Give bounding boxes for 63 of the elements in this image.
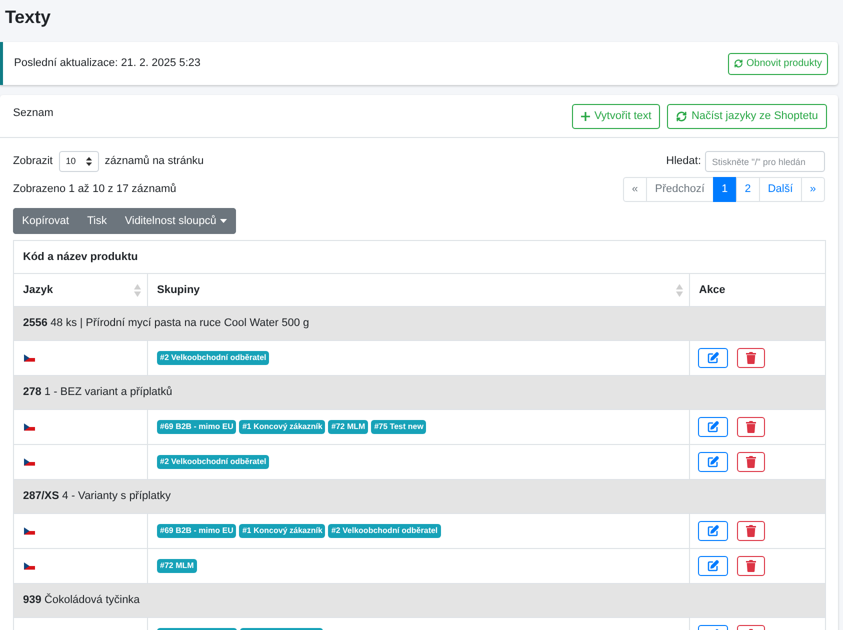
- group-badge: #2 Velkoobchodní odběratel: [157, 455, 270, 469]
- edit-icon: [707, 560, 719, 572]
- page-length-select[interactable]: 10: [58, 151, 99, 172]
- caret-icon: [220, 219, 228, 223]
- load-languages-button[interactable]: Načíst jazyky ze Shoptetu: [667, 104, 827, 129]
- trash-icon: [746, 421, 756, 433]
- group-badge: #75 Test new: [371, 420, 426, 434]
- search-field[interactable]: Stiskněte "/" pro hledán: [705, 151, 825, 172]
- edit-button[interactable]: [698, 417, 728, 437]
- card-title: Seznam: [13, 106, 54, 121]
- updown-caret-icon: [86, 157, 92, 166]
- group-badge: #1 Koncový zákazník: [239, 524, 326, 538]
- column-group-header: Kód a název produktu: [23, 250, 138, 263]
- group-badge: #72 MLM: [157, 559, 197, 573]
- product-title: 2556 48 ks | Přírodní mycí pasta na ruce Cool Water 500 g: [23, 317, 310, 330]
- create-text-button[interactable]: Vytvořit text: [572, 104, 660, 129]
- product-title: 278 1 - BEZ variant a příplatků: [23, 386, 172, 398]
- refresh-products-button[interactable]: Obnovit produkty: [728, 52, 828, 74]
- pagination-button[interactable]: Další: [758, 177, 802, 202]
- last-update-text: Poslední aktualizace: 21. 2. 2025 5:23: [14, 56, 201, 72]
- delete-button[interactable]: [737, 417, 765, 437]
- product-title: 939 Čokoládová tyčinka: [23, 594, 140, 606]
- plus-icon: [581, 112, 590, 121]
- czech-flag-icon: [24, 562, 35, 570]
- refresh-icon: [676, 111, 688, 122]
- search-label: Hledat:: [666, 154, 701, 170]
- trash-icon: [746, 525, 756, 537]
- refresh-icon: [734, 59, 744, 68]
- delete-button[interactable]: [737, 348, 765, 368]
- edit-button[interactable]: [698, 521, 728, 541]
- edit-button[interactable]: [698, 452, 728, 472]
- group-badge: #69 B2B - mimo EU: [157, 524, 236, 538]
- per-page-label: záznamů na stránku: [104, 154, 204, 170]
- czech-flag-icon: [24, 458, 35, 466]
- edit-button[interactable]: [698, 348, 728, 368]
- delete-button[interactable]: [737, 556, 765, 576]
- records-info: Zobrazeno 1 až 10 z 17 záznamů: [13, 182, 176, 198]
- delete-button[interactable]: [737, 452, 765, 472]
- pagination-button[interactable]: 2: [736, 177, 760, 202]
- edit-button[interactable]: [698, 556, 728, 576]
- edit-icon: [707, 456, 719, 468]
- group-badge: #1 Koncový zákazník: [239, 420, 326, 434]
- czech-flag-icon: [24, 527, 35, 535]
- trash-icon: [746, 352, 756, 364]
- sort-icon: [676, 284, 683, 296]
- delete-button[interactable]: [737, 521, 765, 541]
- trash-icon: [746, 456, 756, 468]
- trash-icon: [746, 560, 756, 572]
- group-badge: #69 B2B - mimo EU: [157, 420, 236, 434]
- edit-icon: [707, 525, 719, 537]
- page-title: Texty: [5, 6, 51, 28]
- edit-icon: [707, 352, 719, 364]
- pagination-button[interactable]: »: [800, 177, 825, 202]
- group-badge: #72 MLM: [328, 420, 368, 434]
- czech-flag-icon: [24, 354, 35, 362]
- pagination-button[interactable]: 1: [712, 177, 737, 202]
- edit-icon: [707, 421, 719, 433]
- sort-icon: [134, 284, 141, 296]
- show-label: Zobrazit: [13, 154, 53, 170]
- product-title: 287/XS 4 - Varianty s příplatky: [23, 490, 171, 502]
- czech-flag-icon: [24, 423, 35, 431]
- group-badge: #2 Velkoobchodní odběratel: [157, 351, 270, 365]
- group-badge: #2 Velkoobchodní odběratel: [328, 524, 441, 538]
